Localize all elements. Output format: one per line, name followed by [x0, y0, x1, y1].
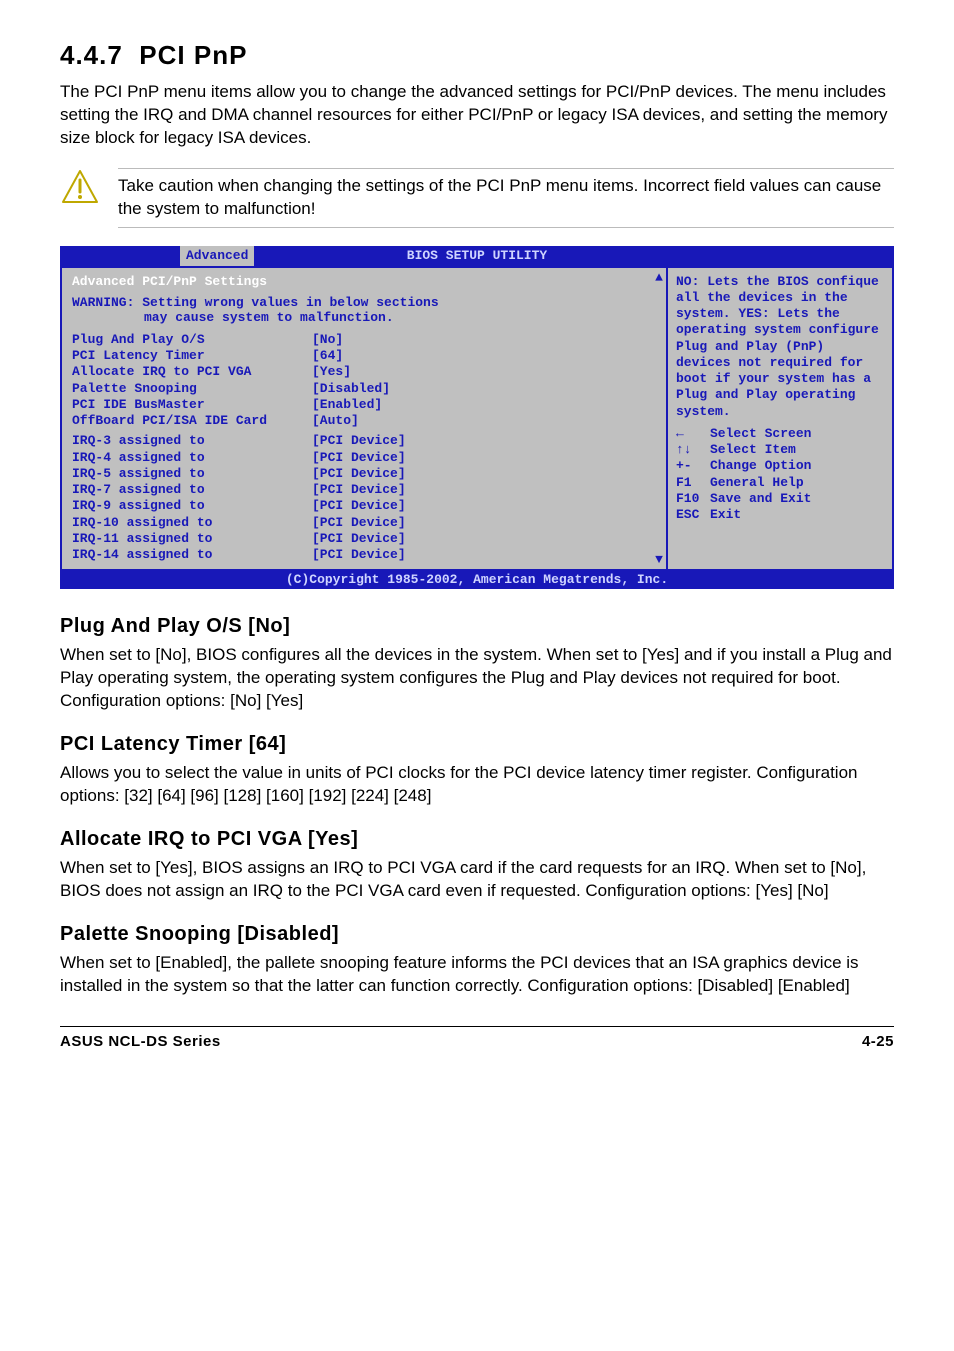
- scroll-down-icon[interactable]: ▼: [655, 552, 663, 567]
- bios-option-row[interactable]: IRQ-9 assigned to [PCI Device]: [72, 498, 642, 514]
- intro-paragraph: The PCI PnP menu items allow you to chan…: [60, 81, 894, 150]
- key-symbol: +-: [676, 458, 710, 474]
- subsection-title: Palette Snooping [Disabled]: [60, 923, 894, 946]
- subsection: PCI Latency Timer [64] Allows you to sel…: [60, 733, 894, 808]
- key-action: Change Option: [710, 458, 811, 474]
- bios-option-row[interactable]: PCI IDE BusMaster [Enabled]: [72, 397, 642, 413]
- bios-option-value: [PCI Device]: [312, 547, 642, 563]
- subsection-body: When set to [Yes], BIOS assigns an IRQ t…: [60, 857, 894, 903]
- bios-option-row[interactable]: IRQ-3 assigned to [PCI Device]: [72, 433, 642, 449]
- bios-option-value: [64]: [312, 348, 642, 364]
- bios-option-label: IRQ-14 assigned to: [72, 547, 312, 563]
- bios-help-pane: NO: Lets the BIOS confique all the devic…: [666, 266, 894, 572]
- subsection: Palette Snooping [Disabled] When set to …: [60, 923, 894, 998]
- subsection-title: PCI Latency Timer [64]: [60, 733, 894, 756]
- bios-option-label: IRQ-7 assigned to: [72, 482, 312, 498]
- bios-option-value: [PCI Device]: [312, 531, 642, 547]
- bios-help-text: NO: Lets the BIOS confique all the devic…: [676, 274, 884, 420]
- warning-icon: [60, 168, 100, 208]
- key-action: Save and Exit: [710, 491, 811, 507]
- bios-option-label: PCI Latency Timer: [72, 348, 312, 364]
- key-action: Exit: [710, 507, 741, 523]
- section-title-text: PCI PnP: [139, 40, 247, 70]
- footer-right: 4-25: [862, 1033, 894, 1050]
- bios-option-value: [PCI Device]: [312, 515, 642, 531]
- bios-option-row[interactable]: Plug And Play O/S [No]: [72, 332, 642, 348]
- bios-option-row[interactable]: IRQ-10 assigned to [PCI Device]: [72, 515, 642, 531]
- key-symbol: F1: [676, 475, 710, 491]
- bios-warning: WARNING: Setting wrong values in below s…: [72, 295, 642, 326]
- bios-option-label: IRQ-9 assigned to: [72, 498, 312, 514]
- bios-option-label: IRQ-10 assigned to: [72, 515, 312, 531]
- key-row: F1General Help: [676, 475, 884, 491]
- key-symbol: ←: [676, 426, 710, 442]
- bios-option-value: [PCI Device]: [312, 498, 642, 514]
- key-action: Select Item: [710, 442, 796, 458]
- key-symbol: ESC: [676, 507, 710, 523]
- bios-option-label: IRQ-4 assigned to: [72, 450, 312, 466]
- caution-block: Take caution when changing the settings …: [60, 168, 894, 228]
- subsection-title: Plug And Play O/S [No]: [60, 615, 894, 638]
- bios-left-heading: Advanced PCI/PnP Settings: [72, 274, 642, 289]
- bios-option-label: Allocate IRQ to PCI VGA: [72, 364, 312, 380]
- bios-warning-line2: may cause system to malfunction.: [72, 310, 642, 326]
- bios-option-value: [Yes]: [312, 364, 642, 380]
- bios-option-value: [PCI Device]: [312, 433, 642, 449]
- subsection-body: Allows you to select the value in units …: [60, 762, 894, 808]
- bios-option-row[interactable]: IRQ-4 assigned to [PCI Device]: [72, 450, 642, 466]
- section-number-text: 4.4.7: [60, 40, 123, 70]
- tab-advanced[interactable]: Advanced: [180, 246, 254, 266]
- bios-key-legend: ←Select Screen ↑↓Select Item +-Change Op…: [676, 426, 884, 524]
- bios-option-row[interactable]: Palette Snooping [Disabled]: [72, 381, 642, 397]
- bios-warning-line1: WARNING: Setting wrong values in below s…: [72, 295, 642, 311]
- bios-footer: (C)Copyright 1985-2002, American Megatre…: [60, 571, 894, 589]
- key-symbol: F10: [676, 491, 710, 507]
- bios-option-label: IRQ-5 assigned to: [72, 466, 312, 482]
- bios-option-row[interactable]: PCI Latency Timer [64]: [72, 348, 642, 364]
- page-footer: ASUS NCL-DS Series 4-25: [60, 1026, 894, 1050]
- bios-option-row[interactable]: IRQ-5 assigned to [PCI Device]: [72, 466, 642, 482]
- subsection-title: Allocate IRQ to PCI VGA [Yes]: [60, 828, 894, 851]
- bios-option-value: [PCI Device]: [312, 482, 642, 498]
- bios-option-value: [Enabled]: [312, 397, 642, 413]
- key-row: ↑↓Select Item: [676, 442, 884, 458]
- bios-body: Advanced PCI/PnP Settings WARNING: Setti…: [60, 266, 894, 572]
- subsection-body: When set to [No], BIOS configures all th…: [60, 644, 894, 713]
- key-action: Select Screen: [710, 426, 811, 442]
- key-row: ESCExit: [676, 507, 884, 523]
- bios-option-label: Palette Snooping: [72, 381, 312, 397]
- bios-option-row[interactable]: Allocate IRQ to PCI VGA [Yes]: [72, 364, 642, 380]
- bios-option-label: PCI IDE BusMaster: [72, 397, 312, 413]
- subsection-body: When set to [Enabled], the pallete snoop…: [60, 952, 894, 998]
- bios-option-value: [Disabled]: [312, 381, 642, 397]
- bios-option-label: Plug And Play O/S: [72, 332, 312, 348]
- key-action: General Help: [710, 475, 804, 491]
- subsection: Plug And Play O/S [No] When set to [No],…: [60, 615, 894, 713]
- key-symbol: ↑↓: [676, 442, 710, 458]
- scroll-up-icon[interactable]: ▲: [655, 270, 663, 285]
- bios-option-row[interactable]: OffBoard PCI/ISA IDE Card [Auto]: [72, 413, 642, 429]
- key-row: F10Save and Exit: [676, 491, 884, 507]
- bios-option-value: [PCI Device]: [312, 450, 642, 466]
- bios-option-label: IRQ-11 assigned to: [72, 531, 312, 547]
- bios-option-label: OffBoard PCI/ISA IDE Card: [72, 413, 312, 429]
- bios-option-value: [No]: [312, 332, 642, 348]
- key-row: ←Select Screen: [676, 426, 884, 442]
- footer-left: ASUS NCL-DS Series: [60, 1033, 221, 1050]
- section-heading: 4.4.7 PCI PnP: [60, 40, 894, 71]
- caution-text: Take caution when changing the settings …: [118, 168, 894, 228]
- bios-option-value: [Auto]: [312, 413, 642, 429]
- subsection: Allocate IRQ to PCI VGA [Yes] When set t…: [60, 828, 894, 903]
- bios-option-value: [PCI Device]: [312, 466, 642, 482]
- bios-title: BIOS SETUP UTILITY: [407, 248, 547, 263]
- bios-left-pane: Advanced PCI/PnP Settings WARNING: Setti…: [60, 266, 652, 572]
- bios-tabbar: BIOS SETUP UTILITY Advanced: [60, 246, 894, 266]
- bios-option-row[interactable]: IRQ-14 assigned to [PCI Device]: [72, 547, 642, 563]
- bios-option-row[interactable]: IRQ-11 assigned to [PCI Device]: [72, 531, 642, 547]
- key-row: +-Change Option: [676, 458, 884, 474]
- bios-option-label: IRQ-3 assigned to: [72, 433, 312, 449]
- bios-option-row[interactable]: IRQ-7 assigned to [PCI Device]: [72, 482, 642, 498]
- bios-scrollbar[interactable]: ▲ ▼: [652, 266, 666, 572]
- bios-setup-panel: BIOS SETUP UTILITY Advanced Advanced PCI…: [60, 246, 894, 590]
